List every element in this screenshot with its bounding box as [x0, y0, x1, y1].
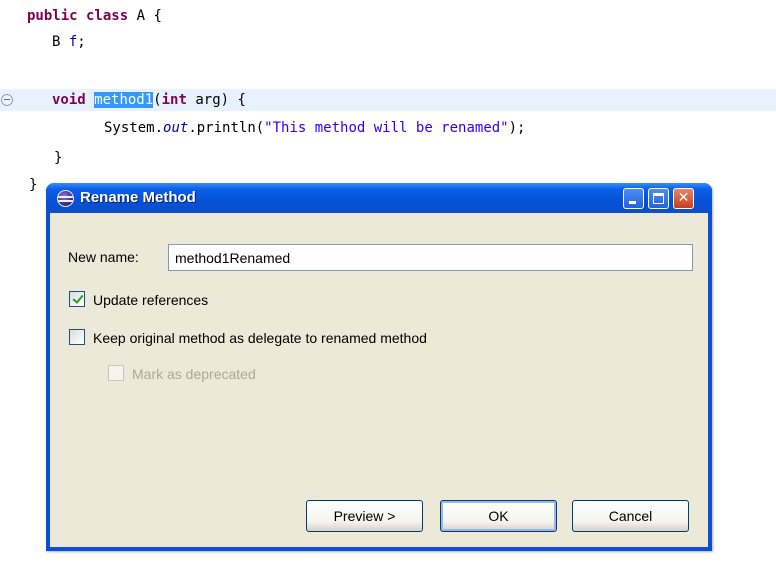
maximize-button[interactable] [648, 188, 669, 209]
new-name-label: New name: [68, 249, 139, 265]
code-text: ; [77, 34, 86, 50]
dialog-body: New name: Update references Keep origina… [50, 213, 708, 547]
fold-collapse-icon[interactable] [1, 94, 13, 106]
code-text: System. [104, 120, 164, 136]
code-text: ( [153, 92, 162, 108]
code-text: arg) { [186, 92, 246, 108]
closing-brace: } [54, 150, 63, 166]
string-literal: "This method will be renamed" [264, 120, 509, 136]
code-line-1: public class A { [0, 5, 776, 27]
maximize-icon [653, 193, 664, 204]
dialog-titlebar[interactable]: Rename Method ✕ [46, 183, 712, 213]
code-text: ); [508, 120, 526, 136]
keyword: public class [27, 8, 129, 24]
new-name-input[interactable] [168, 244, 693, 271]
minimize-icon [629, 201, 636, 204]
minimize-button[interactable] [623, 188, 644, 209]
code-text: .println( [188, 120, 265, 136]
code-text: A { [128, 8, 162, 24]
close-icon: ✕ [677, 190, 690, 206]
selected-method-name[interactable]: method1 [94, 92, 154, 108]
code-line-4-current: void method1(int arg) { [0, 89, 776, 111]
close-button[interactable]: ✕ [673, 188, 694, 209]
code-text: B [52, 34, 69, 50]
mark-deprecated-checkbox [108, 365, 124, 381]
keyword: int [161, 92, 187, 108]
cancel-button[interactable]: Cancel [572, 500, 689, 532]
code-line-5: System.out.println("This method will be … [0, 117, 776, 139]
keep-original-label[interactable]: Keep original method as delegate to rena… [93, 328, 427, 348]
update-references-checkbox[interactable] [69, 291, 85, 307]
keep-original-checkbox[interactable] [69, 329, 85, 345]
preview-button[interactable]: Preview > [306, 500, 423, 532]
update-references-label[interactable]: Update references [93, 290, 208, 310]
keyword: void [52, 92, 86, 108]
code-line-2: B f; [0, 31, 776, 53]
code-line-6: } [0, 147, 776, 169]
eclipse-icon [57, 190, 74, 207]
ok-button[interactable]: OK [440, 500, 557, 532]
mark-deprecated-label: Mark as deprecated [132, 366, 256, 382]
static-field-reference: out [163, 120, 189, 136]
dialog-title: Rename Method [80, 189, 196, 206]
rename-method-dialog: Rename Method ✕ New name: Update referen… [46, 183, 712, 551]
closing-brace: } [29, 177, 38, 193]
